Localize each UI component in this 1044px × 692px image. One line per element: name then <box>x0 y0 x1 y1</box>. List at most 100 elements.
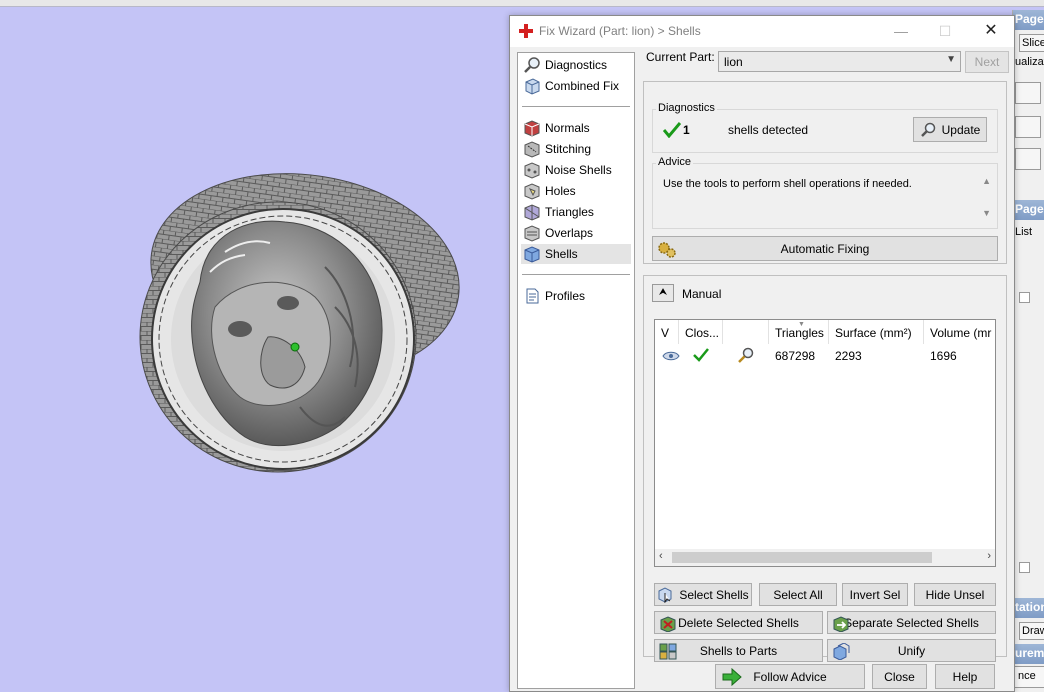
green-arrow-icon <box>722 668 742 686</box>
unify-button[interactable]: Unify <box>827 639 996 662</box>
nav-item-stitching[interactable]: Stitching <box>521 139 631 159</box>
collapse-chevron-icon[interactable]: ⮝ <box>652 284 674 302</box>
current-part-select[interactable]: lion ▼ <box>718 51 961 72</box>
visibility-icon[interactable] <box>662 350 680 362</box>
zoom-to-shell-icon[interactable] <box>737 347 755 363</box>
nav-item-diagnostics[interactable]: Diagnostics <box>521 55 631 75</box>
nav-separator <box>522 106 630 107</box>
surface-cell: 2293 <box>835 349 862 363</box>
column-visible[interactable]: V <box>655 320 679 344</box>
separate-selected-label: Separate Selected Shells <box>844 615 979 630</box>
nav-item-profiles[interactable]: Profiles <box>521 286 631 306</box>
nav-label: Combined Fix <box>545 79 620 93</box>
delete-selected-label: Delete Selected Shells <box>678 615 799 630</box>
manual-panel: ⮝ Manual V Clos... Triangles Surface (mm… <box>643 275 1007 662</box>
view-dropdown-2[interactable] <box>1015 116 1041 138</box>
select-shells-label: Select Shells <box>679 587 749 602</box>
check-icon <box>663 122 681 138</box>
slice-tab[interactable]: Slice <box>1019 34 1044 52</box>
pivot-point <box>290 342 300 352</box>
next-button[interactable]: Next <box>965 51 1009 73</box>
nav-item-overlaps[interactable]: Overlaps <box>521 223 631 243</box>
fix-navigation: Diagnostics Combined Fix Normals Stitchi… <box>517 52 635 689</box>
nav-separator <box>522 274 630 275</box>
volume-cell: 1696 <box>930 349 957 363</box>
minimize-button[interactable]: — <box>888 20 914 42</box>
nav-item-noise-shells[interactable]: Noise Shells <box>521 160 631 180</box>
scroll-right-icon[interactable]: › <box>987 550 991 562</box>
horizontal-scrollbar[interactable]: ‹ › <box>655 549 995 566</box>
view-dropdown-3[interactable] <box>1015 148 1041 170</box>
delete-selected-shells-button[interactable]: Delete Selected Shells <box>654 611 823 634</box>
advice-text: Use the tools to perform shell operation… <box>663 178 912 190</box>
view-dropdown-1[interactable] <box>1015 82 1041 104</box>
nav-label: Overlaps <box>545 226 594 240</box>
red-cross-icon <box>519 24 533 38</box>
overlaps-icon <box>524 225 540 242</box>
diagnostics-panel: Diagnostics 1 shells detected Update Adv… <box>643 81 1007 264</box>
nav-label: Triangles <box>545 205 594 219</box>
measurements-header: urements <box>1013 644 1044 664</box>
select-shells-button[interactable]: Select Shells <box>654 583 752 606</box>
nav-item-combined-fix[interactable]: Combined Fix <box>521 76 631 96</box>
pages-header: Pages <box>1013 10 1044 30</box>
scroll-left-icon[interactable]: ‹ <box>659 550 663 562</box>
nav-item-normals[interactable]: Normals <box>521 118 631 138</box>
slice-label: Slice <box>1022 37 1044 49</box>
draw-tab[interactable]: Draw <box>1019 622 1044 640</box>
sort-indicator-icon: ▼ <box>798 321 805 328</box>
stitching-icon <box>524 141 540 158</box>
automatic-fixing-button[interactable]: Automatic Fixing <box>652 236 998 261</box>
nav-item-shells[interactable]: Shells <box>521 244 631 264</box>
delete-shell-icon <box>660 616 676 632</box>
checkbox-2[interactable] <box>1019 562 1030 573</box>
separate-selected-shells-button[interactable]: Separate Selected Shells <box>827 611 996 634</box>
maximize-button[interactable]: ☐ <box>932 20 958 42</box>
invert-sel-button[interactable]: Invert Sel <box>842 583 908 606</box>
diagnostics-title: Diagnostics <box>656 102 717 114</box>
current-part-value: lion <box>724 55 743 69</box>
gears-icon <box>658 242 676 258</box>
nav-item-triangles[interactable]: Triangles <box>521 202 631 222</box>
3d-viewport[interactable] <box>0 7 510 692</box>
instance-field[interactable]: nce <box>1013 666 1044 688</box>
scroll-up-icon[interactable]: ▲ <box>982 176 991 186</box>
follow-advice-button[interactable]: Follow Advice <box>715 664 865 689</box>
checkbox[interactable] <box>1019 292 1030 303</box>
fix-wizard-dialog: Fix Wizard (Part: lion) > Shells — ☐ ✕ D… <box>509 15 1015 692</box>
cube-icon <box>525 78 540 95</box>
check-icon <box>693 348 709 362</box>
nav-label: Normals <box>545 121 590 135</box>
shell-count: 1 <box>683 123 690 137</box>
magnifier-icon <box>920 122 935 137</box>
holes-icon <box>524 183 540 200</box>
shells-to-parts-button[interactable]: Shells to Parts <box>654 639 823 662</box>
visualization-label: ualization <box>1015 56 1044 68</box>
shells-to-parts-label: Shells to Parts <box>699 643 778 658</box>
close-button[interactable]: Close <box>872 664 927 689</box>
nav-item-holes[interactable]: Holes <box>521 181 631 201</box>
diagnostics-group: Diagnostics 1 shells detected Update <box>652 102 998 153</box>
close-window-button[interactable]: ✕ <box>978 20 1004 42</box>
column-action[interactable] <box>723 320 769 344</box>
update-button[interactable]: Update <box>913 117 987 142</box>
title-bar[interactable]: Fix Wizard (Part: lion) > Shells — ☐ ✕ <box>510 16 1014 47</box>
hide-unsel-button[interactable]: Hide Unsel <box>914 583 996 606</box>
scrollbar-thumb[interactable] <box>672 552 932 563</box>
magnifier-icon <box>524 57 540 73</box>
scroll-down-icon[interactable]: ▼ <box>982 208 991 218</box>
nav-label: Profiles <box>545 289 586 303</box>
column-surface[interactable]: Surface (mm²) <box>829 320 924 344</box>
separate-shell-icon <box>833 616 849 632</box>
help-button[interactable]: Help <box>935 664 995 689</box>
triangles-cell: 687298 <box>775 349 816 363</box>
nav-label: Stitching <box>545 142 592 156</box>
unify-icon <box>833 643 850 660</box>
select-all-button[interactable]: Select All <box>759 583 837 606</box>
column-closed[interactable]: Clos... <box>679 320 723 344</box>
nav-label: Diagnostics <box>545 58 608 72</box>
follow-advice-label: Follow Advice <box>753 669 827 684</box>
list-tab[interactable]: List <box>1015 226 1032 238</box>
advice-title: Advice <box>656 156 694 168</box>
column-volume[interactable]: Volume (mr <box>924 320 995 344</box>
